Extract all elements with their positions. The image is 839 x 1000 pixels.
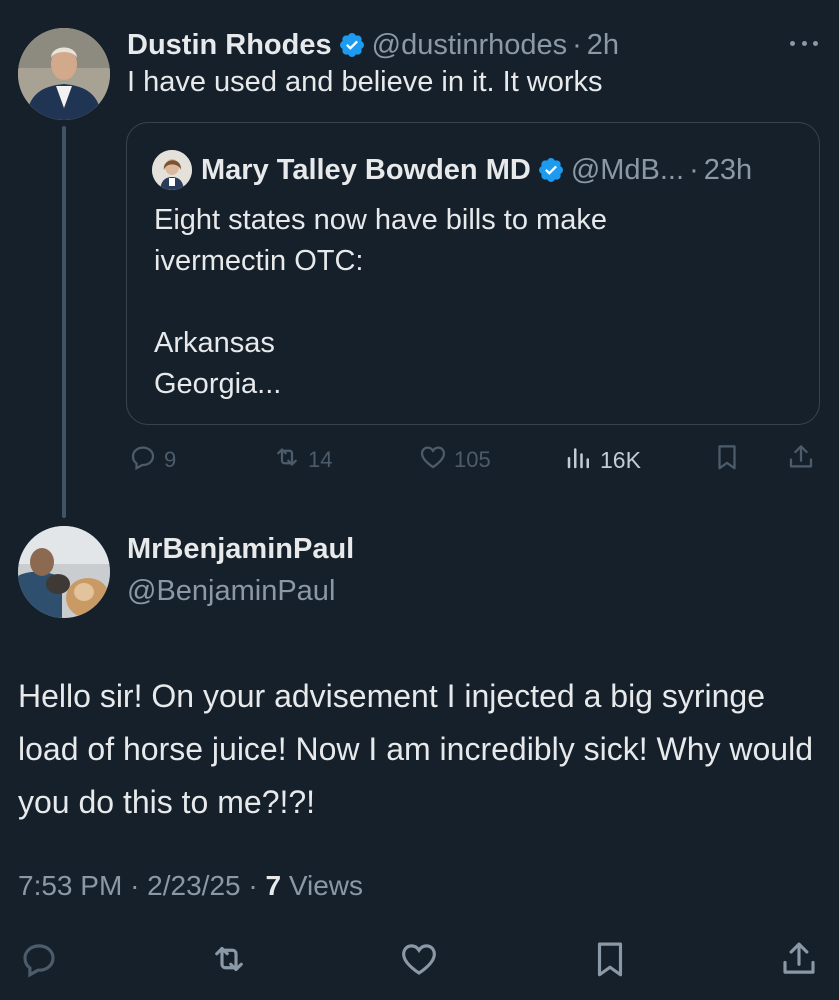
parent-time-separator: ·: [572, 28, 582, 61]
share-button[interactable]: [778, 938, 820, 980]
reply-button[interactable]: [18, 938, 60, 980]
bookmark-button[interactable]: [712, 442, 742, 478]
bookmark-icon: [712, 442, 742, 478]
reply-time[interactable]: 7:53 PM: [18, 870, 122, 901]
reply-views-count: 7: [265, 870, 282, 901]
heart-icon: [418, 442, 448, 478]
quoted-text-line: ivermectin OTC:: [154, 245, 364, 277]
reply-date[interactable]: 2/23/25: [147, 870, 240, 901]
quoted-time-separator: ·: [689, 153, 699, 186]
tweet-thread-screen: Dustin Rhodes @dustinrhodes · 2h I have …: [0, 0, 839, 1000]
like-count: 105: [454, 447, 491, 472]
avatar-benjamin-paul[interactable]: [18, 526, 110, 618]
quoted-text-line: Georgia...: [154, 368, 282, 400]
heart-icon: [398, 944, 440, 984]
quoted-tweet-header: Mary Talley Bowden MD @MdB... · 23h: [201, 150, 752, 190]
verified-badge-icon: [537, 156, 565, 184]
reply-bubble-icon: [128, 442, 158, 478]
repost-icon: [272, 442, 302, 478]
quoted-display-name[interactable]: Mary Talley Bowden MD: [201, 154, 531, 187]
reply-meta: 7:53 PM · 2/23/25 · 7 Views: [18, 870, 363, 902]
views-button[interactable]: 16K: [564, 442, 641, 478]
thread-connector-line: [62, 126, 66, 518]
reply-display-name[interactable]: MrBenjaminPaul: [127, 533, 354, 566]
parent-timestamp[interactable]: 2h: [587, 29, 619, 62]
quoted-text-line: Eight states now have bills to make: [154, 204, 607, 236]
avatar-mary-talley-bowden[interactable]: [152, 150, 192, 190]
reply-handle[interactable]: @BenjaminPaul: [127, 575, 335, 608]
quoted-text-line: [154, 282, 794, 323]
share-button[interactable]: [786, 442, 816, 478]
verified-badge-icon: [338, 31, 366, 59]
repost-button[interactable]: 14: [272, 442, 332, 478]
bookmark-icon: [589, 942, 631, 984]
like-button[interactable]: 105: [418, 442, 491, 478]
quoted-text-line: Arkansas: [154, 327, 275, 359]
parent-handle[interactable]: @dustinrhodes: [372, 29, 568, 62]
bookmark-button[interactable]: [589, 938, 631, 980]
avatar-dustin-rhodes[interactable]: [18, 28, 110, 120]
parent-display-name[interactable]: Dustin Rhodes: [127, 29, 332, 62]
views-chart-icon: [564, 442, 594, 478]
like-button[interactable]: [398, 938, 440, 980]
more-dots-icon[interactable]: [790, 38, 818, 48]
reply-count: 9: [164, 447, 177, 472]
reply-button[interactable]: 9: [128, 442, 176, 478]
reply-tweet-text: Hello sir! On your advisement I injected…: [18, 678, 813, 820]
reply-bubble-icon: [18, 944, 60, 984]
quoted-timestamp[interactable]: 23h: [704, 154, 752, 187]
repost-icon: [208, 946, 250, 984]
repost-count: 14: [308, 447, 333, 472]
meta-separator: ·: [248, 870, 258, 901]
quoted-tweet-text: Eight states now have bills to make iver…: [154, 200, 794, 405]
repost-button[interactable]: [208, 938, 250, 980]
parent-tweet-text: I have used and believe in it. It works: [127, 66, 603, 98]
quoted-handle[interactable]: @MdB...: [571, 154, 684, 187]
share-icon: [786, 442, 816, 478]
parent-tweet-header: Dustin Rhodes @dustinrhodes · 2h: [127, 25, 619, 65]
views-count: 16K: [600, 446, 641, 473]
reply-views-label: Views: [288, 870, 364, 901]
meta-separator: ·: [130, 870, 140, 901]
share-icon: [778, 942, 820, 984]
